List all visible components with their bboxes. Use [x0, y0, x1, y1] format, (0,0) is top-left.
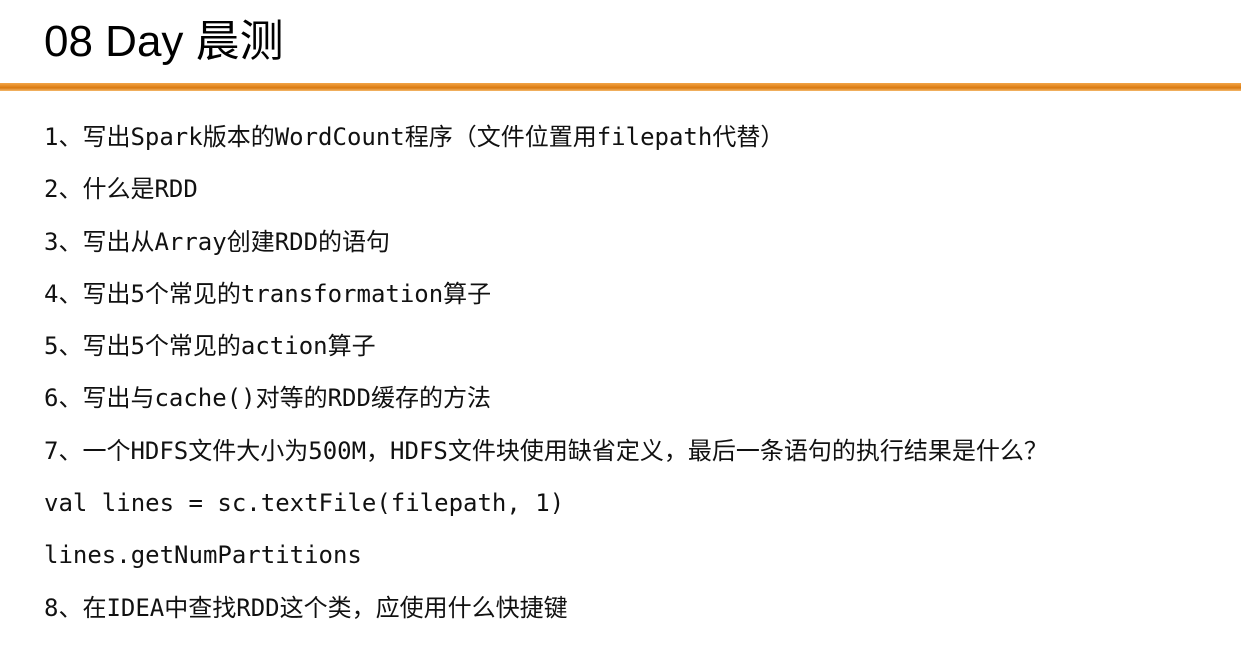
- code-line-1: val lines = sc.textFile(filepath, 1): [44, 489, 565, 518]
- question-2: 2、什么是RDD: [44, 175, 198, 204]
- question-8: 8、在IDEA中查找RDD这个类，应使用什么快捷键: [44, 593, 568, 622]
- question-4: 4、写出5个常见的transformation算子: [44, 279, 492, 308]
- title-divider: [0, 83, 1241, 91]
- question-3: 3、写出从Array创建RDD的语句: [44, 227, 391, 256]
- question-1: 1、写出Spark版本的WordCount程序（文件位置用filepath代替）: [44, 123, 785, 151]
- slide-title: 08 Day 晨测: [44, 17, 284, 66]
- code-line-2: lines.getNumPartitions: [44, 541, 362, 570]
- question-5: 5、写出5个常见的action算子: [44, 332, 376, 361]
- question-6: 6、写出与cache()对等的RDD缓存的方法: [44, 384, 491, 413]
- question-7: 7、一个HDFS文件大小为500M，HDFS文件块使用缺省定义，最后一条语句的执…: [44, 436, 1048, 465]
- question-list: 1、写出Spark版本的WordCount程序（文件位置用filepath代替）…: [44, 111, 1048, 634]
